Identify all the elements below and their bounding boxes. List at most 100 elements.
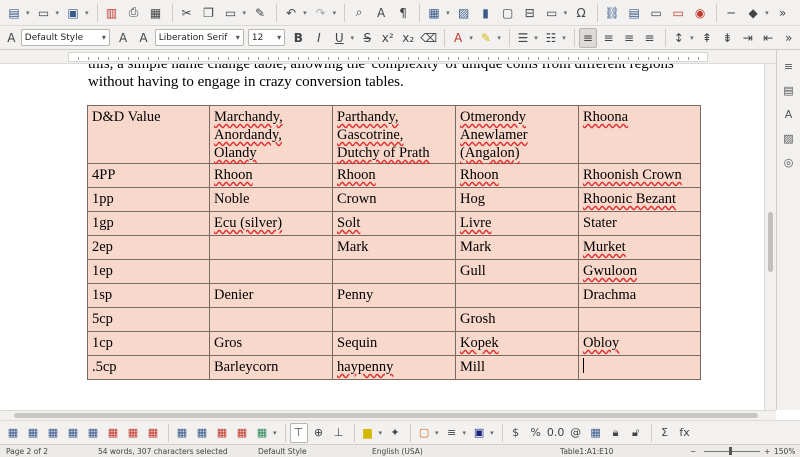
table-cell[interactable]: Denier xyxy=(209,283,333,308)
table-cell[interactable]: .5cp xyxy=(87,355,210,380)
page-style[interactable]: Default Style xyxy=(258,447,307,456)
sum-icon[interactable]: Σ xyxy=(656,423,674,443)
insert-table-icon[interactable]: ▦ xyxy=(4,423,22,443)
unprotect-cells-icon[interactable]: 🔓︎ xyxy=(627,423,645,443)
more-icon[interactable]: » xyxy=(779,28,797,48)
table-cell[interactable]: Rhoonish Crown xyxy=(578,163,701,188)
insert-row-above-icon[interactable]: ▦ xyxy=(24,423,42,443)
zoom-out-icon[interactable]: − xyxy=(690,447,696,456)
underline-dropdown-icon[interactable]: ▾ xyxy=(351,34,355,42)
font-color-icon[interactable]: A xyxy=(449,28,467,48)
table-cell[interactable]: Livre xyxy=(455,211,579,236)
border-color-icon[interactable]: ▣ xyxy=(470,423,488,443)
navigator-icon[interactable]: ◎ xyxy=(779,152,799,172)
open-folder-icon[interactable]: ▭ xyxy=(34,3,54,23)
table-cell[interactable]: Mark xyxy=(332,235,456,260)
table-cell[interactable]: Crown xyxy=(332,187,456,212)
footnote-icon[interactable]: ▤ xyxy=(624,3,644,23)
font-name-combo[interactable]: Liberation Serif ▾ xyxy=(154,29,244,46)
increase-indent-icon[interactable]: ⇥ xyxy=(739,28,757,48)
table-cell[interactable]: 2ep xyxy=(87,235,210,260)
numbering-icon[interactable]: ☷ xyxy=(542,28,560,48)
cut-icon[interactable]: ✂ xyxy=(177,3,197,23)
align-top-icon[interactable]: ⊤ xyxy=(289,422,308,443)
table-cell[interactable]: haypenny xyxy=(332,355,456,380)
select-table-icon[interactable]: ▦ xyxy=(173,423,191,443)
print-preview-icon[interactable]: ▦ xyxy=(146,3,166,23)
numbering-dropdown-icon[interactable]: ▾ xyxy=(562,34,566,42)
align-center-icon[interactable]: ≡ xyxy=(599,28,617,48)
justify-icon[interactable]: ≡ xyxy=(640,28,658,48)
table-cell[interactable]: Stater xyxy=(578,211,701,236)
bullets-dropdown-icon[interactable]: ▾ xyxy=(534,34,538,42)
align-right-icon[interactable]: ≡ xyxy=(620,28,638,48)
borders-icon[interactable]: ▢ xyxy=(415,423,433,443)
table-cell[interactable]: Noble xyxy=(209,187,333,212)
table-cell[interactable]: 1cp xyxy=(87,331,210,356)
number-format-icon[interactable]: 0.0 xyxy=(547,423,565,443)
insert-column-before-icon[interactable]: ▦ xyxy=(64,423,82,443)
properties-icon[interactable]: ▤ xyxy=(779,80,799,100)
styles-icon[interactable]: A xyxy=(779,104,799,124)
table-cell[interactable]: Rhoona xyxy=(578,105,701,164)
decrease-indent-icon[interactable]: ⇤ xyxy=(759,28,777,48)
insert-column-after-icon[interactable]: ▦ xyxy=(84,423,102,443)
table-dropdown-icon[interactable]: ▾ xyxy=(446,9,450,17)
record-icon[interactable]: ◉ xyxy=(690,3,710,23)
paragraph-style-icon[interactable]: A xyxy=(4,28,19,48)
table-cell[interactable]: Grosh xyxy=(455,307,579,332)
select-cell-icon[interactable]: ▦ xyxy=(193,423,211,443)
align-left-icon[interactable]: ≡ xyxy=(578,27,598,48)
table-cell[interactable] xyxy=(578,307,701,332)
table-cell[interactable]: Penny xyxy=(332,283,456,308)
table-cell[interactable] xyxy=(332,259,456,284)
redo-dropdown-icon[interactable]: ▾ xyxy=(333,9,337,17)
comment-icon[interactable]: ▭ xyxy=(646,3,666,23)
find-replace-icon[interactable]: ⌕ xyxy=(349,3,369,23)
insert-textbox-icon[interactable]: ▢ xyxy=(498,3,518,23)
vertical-scrollbar[interactable] xyxy=(764,64,776,410)
table-cell[interactable]: 1gp xyxy=(87,211,210,236)
table-cell[interactable]: D&D Value xyxy=(87,105,210,164)
table-cell[interactable]: 1sp xyxy=(87,283,210,308)
insert-image-icon[interactable]: ▨ xyxy=(454,3,474,23)
page-indicator[interactable]: Page 2 of 2 xyxy=(6,447,48,456)
zoom-slider[interactable] xyxy=(704,451,760,452)
line-spacing-icon[interactable]: ↕ xyxy=(670,28,688,48)
special-character-icon[interactable]: Ω xyxy=(571,3,591,23)
border-color-dropdown-icon[interactable]: ▾ xyxy=(490,429,494,437)
chevron-down-icon[interactable]: ▾ xyxy=(236,33,240,42)
table-cell[interactable]: Solt xyxy=(332,211,456,236)
table-cell[interactable]: 4PP xyxy=(87,163,210,188)
print-icon[interactable]: ⎙ xyxy=(124,3,144,23)
line-icon[interactable]: ─ xyxy=(721,3,741,23)
export-pdf-icon[interactable]: ▥ xyxy=(102,3,122,23)
more-icon[interactable]: » xyxy=(773,3,793,23)
table-cell[interactable]: Obloy xyxy=(578,331,701,356)
table-cell[interactable]: 1ep xyxy=(87,259,210,284)
table-cell[interactable]: 1pp xyxy=(87,187,210,212)
open-dropdown-icon[interactable]: ▾ xyxy=(56,9,60,17)
sort-icon[interactable]: ✦ xyxy=(386,423,404,443)
table-cell[interactable]: Drachma xyxy=(578,283,701,308)
insert-table-icon[interactable]: ▦ xyxy=(424,3,444,23)
background-dropdown-icon[interactable]: ▾ xyxy=(379,429,383,437)
table-cell[interactable]: Hog xyxy=(455,187,579,212)
copy-icon[interactable]: ❐ xyxy=(199,3,219,23)
document-canvas[interactable]: this, a simple name change table, allowi… xyxy=(0,64,764,410)
delete-column-icon[interactable]: ▦ xyxy=(124,423,142,443)
save-icon[interactable]: ▣ xyxy=(63,3,83,23)
paste-dropdown-icon[interactable]: ▾ xyxy=(243,9,247,17)
zoom-level[interactable]: 150% xyxy=(774,447,795,456)
shapes-icon[interactable]: ◆ xyxy=(743,3,763,23)
chevron-down-icon[interactable]: ▾ xyxy=(277,33,281,42)
table-cell[interactable] xyxy=(209,259,333,284)
table-cell[interactable]: Ecu (silver) xyxy=(209,211,333,236)
table-cell[interactable] xyxy=(578,355,701,380)
table-cell[interactable]: Rhoon xyxy=(332,163,456,188)
table-cell[interactable]: Gwuloon xyxy=(578,259,701,284)
table-cell[interactable]: Kopek xyxy=(455,331,579,356)
shapes-dropdown-icon[interactable]: ▾ xyxy=(765,9,769,17)
table-cell[interactable]: Mill xyxy=(455,355,579,380)
italic-button[interactable]: I xyxy=(310,28,328,48)
